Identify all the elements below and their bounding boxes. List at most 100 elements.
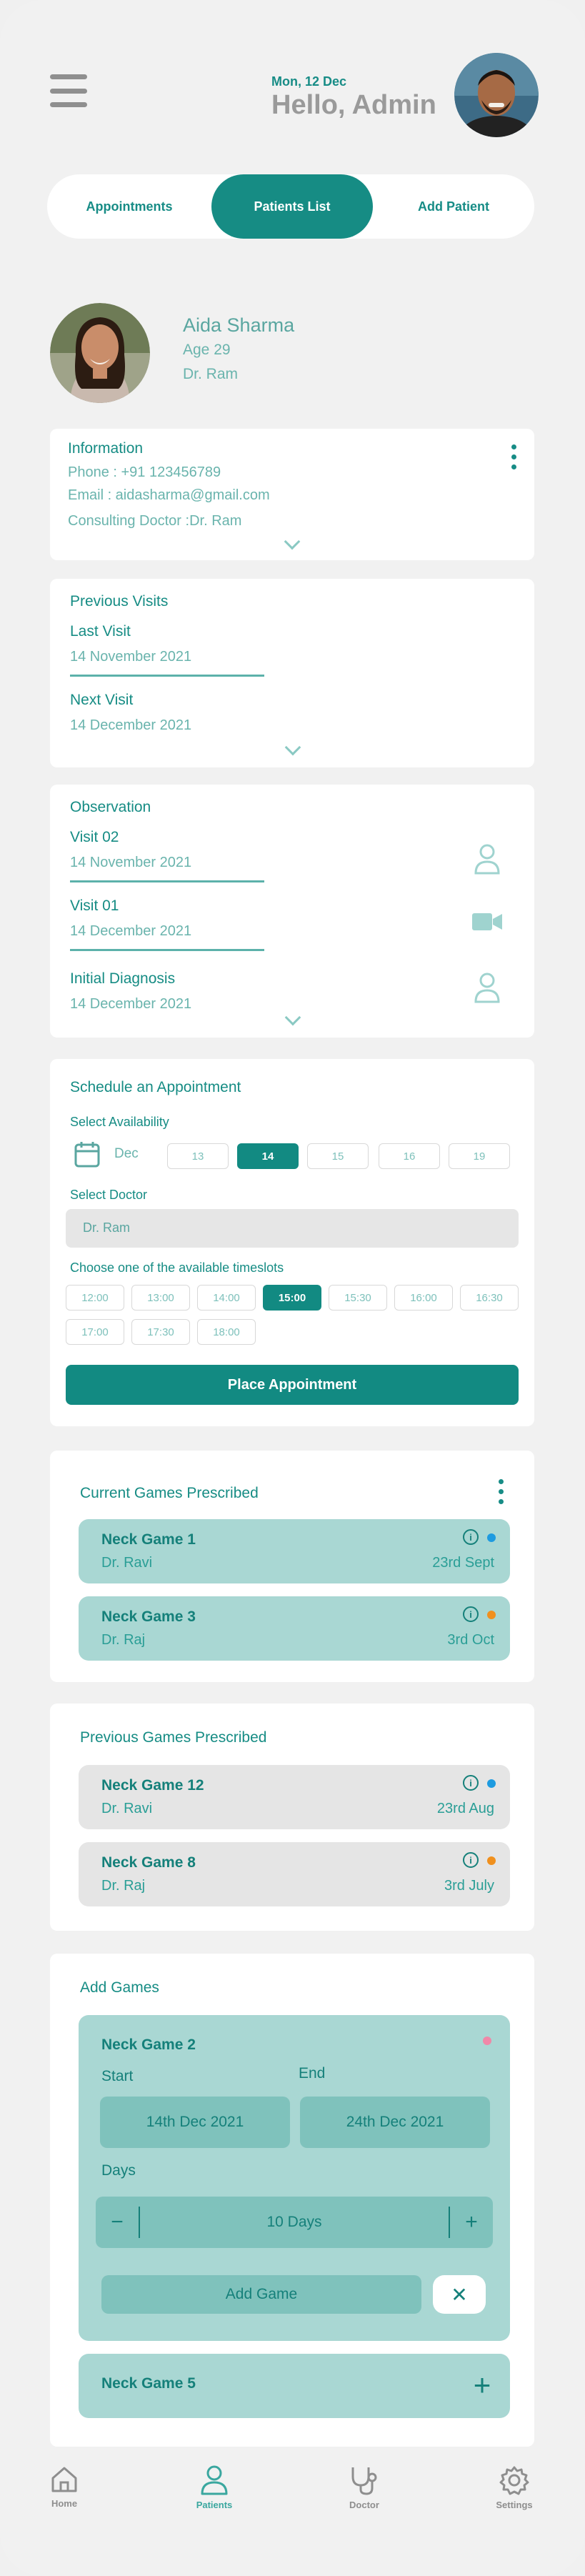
observation-item-label: Initial Diagnosis bbox=[70, 970, 176, 987]
menu-icon[interactable] bbox=[50, 74, 87, 107]
timeslot-option[interactable]: 15:30 bbox=[329, 1285, 387, 1311]
timeslot-option[interactable]: 13:00 bbox=[131, 1285, 190, 1311]
decrement-button[interactable]: − bbox=[96, 2197, 139, 2248]
patient-name: Aida Sharma bbox=[183, 314, 295, 336]
nav-item-home[interactable]: Home bbox=[21, 2465, 107, 2509]
observation-card: Observation Visit 02 14 November 2021 Vi… bbox=[50, 785, 534, 1038]
days-value: 10 Days bbox=[266, 2214, 322, 2230]
patient-avatar bbox=[50, 303, 150, 403]
info-icon[interactable]: i bbox=[463, 1852, 479, 1868]
tab-patients-list[interactable]: Patients List bbox=[211, 174, 373, 239]
game-date: 3rd Oct bbox=[447, 1632, 494, 1648]
day-option[interactable]: 15 bbox=[307, 1143, 369, 1169]
information-card: Information Phone : +91 123456789 Email … bbox=[50, 429, 534, 560]
tab-add-patient[interactable]: Add Patient bbox=[373, 174, 534, 239]
start-date-field[interactable]: 14th Dec 2021 bbox=[100, 2097, 290, 2148]
game-doctor: Dr. Ravi bbox=[101, 1555, 153, 1571]
nav-item-patients[interactable]: Patients bbox=[171, 2465, 257, 2510]
game-name: Neck Game 8 bbox=[101, 1854, 196, 1871]
observation-item-label: Visit 02 bbox=[70, 829, 119, 845]
game-date: 23rd Aug bbox=[436, 1801, 494, 1816]
calendar-icon[interactable] bbox=[74, 1140, 100, 1168]
schedule-appointment-card: Schedule an Appointment Select Availabil… bbox=[50, 1059, 534, 1426]
last-visit-date: 14 November 2021 bbox=[70, 649, 192, 665]
add-game-form: Neck Game 2 Start End 14th Dec 2021 24th… bbox=[79, 2015, 510, 2341]
info-icon[interactable]: i bbox=[463, 1775, 479, 1791]
information-phone: Phone : +91 123456789 bbox=[68, 464, 221, 480]
timeslot-option[interactable]: 14:00 bbox=[197, 1285, 256, 1311]
place-appointment-button[interactable]: Place Appointment bbox=[66, 1365, 519, 1405]
person-icon[interactable] bbox=[473, 843, 501, 875]
tab-bar: Appointments Patients List Add Patient bbox=[47, 174, 534, 239]
nav-label: Doctor bbox=[349, 2500, 379, 2510]
timeslot-option[interactable]: 18:00 bbox=[197, 1319, 256, 1345]
game-name: Neck Game 5 bbox=[101, 2375, 196, 2392]
status-dot bbox=[487, 1533, 496, 1542]
timeslot-option[interactable]: 17:30 bbox=[131, 1319, 190, 1345]
timeslot-option-selected[interactable]: 15:00 bbox=[263, 1285, 321, 1311]
status-dot bbox=[487, 1856, 496, 1865]
nav-item-settings[interactable]: Settings bbox=[471, 2465, 557, 2510]
add-games-card: Add Games Neck Game 2 Start End 14th Dec… bbox=[50, 1954, 534, 2447]
day-option[interactable]: 16 bbox=[379, 1143, 440, 1169]
end-label: End bbox=[299, 2065, 326, 2082]
observation-item-label: Visit 01 bbox=[70, 897, 119, 914]
game-date: 23rd Sept bbox=[432, 1555, 494, 1571]
start-label: Start bbox=[101, 2068, 134, 2084]
next-visit-date: 14 December 2021 bbox=[70, 717, 192, 733]
chevron-down-icon[interactable] bbox=[284, 739, 301, 756]
divider bbox=[70, 675, 264, 677]
day-option-selected[interactable]: 14 bbox=[237, 1143, 299, 1169]
status-dot bbox=[483, 2037, 491, 2045]
increment-button[interactable]: + bbox=[450, 2197, 493, 2248]
current-game-item[interactable]: Neck Game 1 Dr. Ravi 23rd Sept i bbox=[79, 1519, 510, 1583]
chevron-down-icon[interactable] bbox=[284, 533, 301, 550]
add-icon[interactable]: + bbox=[464, 2364, 500, 2407]
app-screen: Mon, 12 Dec Hello, Admin Appointments Pa… bbox=[0, 0, 585, 2576]
schedule-title: Schedule an Appointment bbox=[70, 1079, 241, 1095]
more-options-icon[interactable] bbox=[511, 444, 517, 469]
observation-item-date: 14 November 2021 bbox=[70, 855, 192, 870]
game-option-item[interactable]: Neck Game 5 + bbox=[79, 2354, 510, 2418]
current-games-card: Current Games Prescribed Neck Game 1 Dr.… bbox=[50, 1451, 534, 1682]
info-icon[interactable]: i bbox=[463, 1529, 479, 1545]
day-option[interactable]: 19 bbox=[449, 1143, 510, 1169]
current-game-item[interactable]: Neck Game 3 Dr. Raj 3rd Oct i bbox=[79, 1596, 510, 1661]
gear-icon bbox=[499, 2466, 529, 2495]
timeslot-option[interactable]: 16:30 bbox=[460, 1285, 519, 1311]
info-icon[interactable]: i bbox=[463, 1606, 479, 1622]
nav-item-doctor[interactable]: Doctor bbox=[321, 2465, 407, 2510]
add-game-button[interactable]: Add Game bbox=[101, 2275, 421, 2314]
timeslot-label: Choose one of the available timeslots bbox=[70, 1260, 284, 1275]
timeslot-option[interactable]: 16:00 bbox=[394, 1285, 453, 1311]
header-greeting: Hello, Admin bbox=[271, 90, 436, 120]
end-date-field[interactable]: 24th Dec 2021 bbox=[300, 2097, 490, 2148]
previous-game-item[interactable]: Neck Game 8 Dr. Raj 3rd July i bbox=[79, 1842, 510, 1906]
doctor-select[interactable]: Dr. Ram bbox=[66, 1209, 519, 1248]
add-games-title: Add Games bbox=[80, 1979, 159, 1996]
previous-games-card: Previous Games Prescribed Neck Game 12 D… bbox=[50, 1704, 534, 1931]
chevron-down-icon[interactable] bbox=[284, 1009, 301, 1026]
observation-item-date: 14 December 2021 bbox=[70, 923, 192, 939]
video-icon[interactable] bbox=[471, 912, 503, 932]
admin-avatar[interactable] bbox=[454, 53, 539, 137]
header-date: Mon, 12 Dec bbox=[271, 74, 347, 89]
tab-appointments[interactable]: Appointments bbox=[47, 174, 211, 239]
doctor-select-value: Dr. Ram bbox=[83, 1220, 131, 1235]
last-visit-label: Last Visit bbox=[70, 623, 131, 640]
person-icon[interactable] bbox=[473, 972, 501, 1003]
close-button[interactable]: ✕ bbox=[433, 2275, 486, 2314]
days-stepper: − 10 Days + bbox=[96, 2197, 493, 2248]
information-title: Information bbox=[68, 440, 144, 457]
availability-label: Select Availability bbox=[70, 1115, 169, 1129]
day-option[interactable]: 13 bbox=[167, 1143, 229, 1169]
more-options-icon[interactable] bbox=[499, 1479, 504, 1504]
game-doctor: Dr. Raj bbox=[101, 1632, 146, 1648]
nav-label: Home bbox=[51, 2498, 78, 2509]
previous-visits-card: Previous Visits Last Visit 14 November 2… bbox=[50, 579, 534, 767]
previous-game-item[interactable]: Neck Game 12 Dr. Ravi 23rd Aug i bbox=[79, 1765, 510, 1829]
information-email: Email : aidasharma@gmail.com bbox=[68, 487, 270, 503]
timeslot-option[interactable]: 17:00 bbox=[66, 1319, 124, 1345]
timeslot-option[interactable]: 12:00 bbox=[66, 1285, 124, 1311]
status-dot bbox=[487, 1779, 496, 1788]
